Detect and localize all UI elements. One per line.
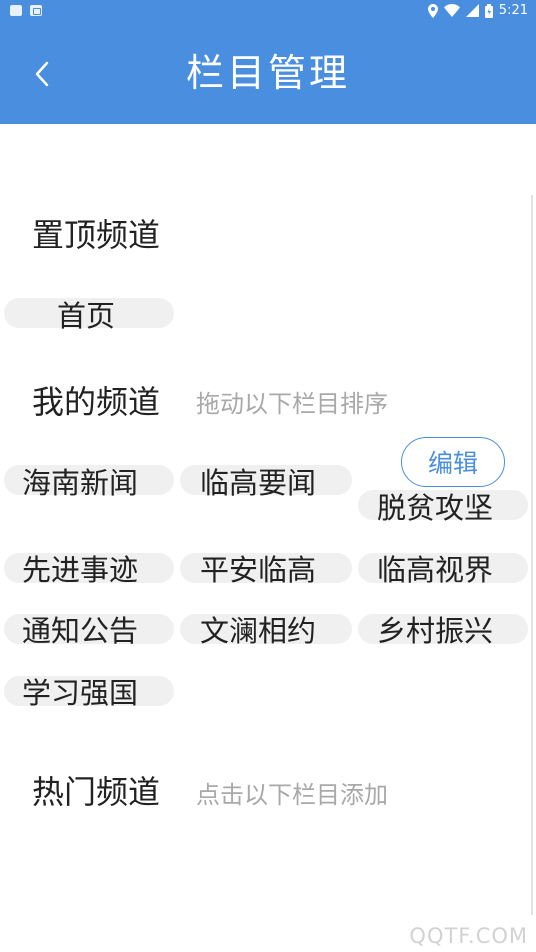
edit-button[interactable]: 编辑 — [401, 437, 505, 487]
hot-channels-hint: 点击以下栏目添加 — [196, 781, 388, 809]
app-notification-icon — [30, 5, 42, 16]
battery-icon — [484, 3, 493, 18]
watermark: QQTF.COM — [409, 924, 528, 948]
channel-label-safe-lingao: 平安临高 — [200, 553, 317, 587]
channel-label-notices: 通知公告 — [22, 614, 139, 648]
status-bar: 5:21 — [0, 0, 536, 24]
pinned-section-title: 置顶频道 — [32, 216, 161, 254]
page-title: 栏目管理 — [185, 51, 350, 95]
channel-label-wenlan: 文澜相约 — [200, 614, 317, 648]
status-indicators: 5:21 — [427, 3, 528, 18]
status-notifications — [10, 5, 42, 16]
channel-label-rural-revival: 乡村振兴 — [377, 614, 494, 648]
cellular-icon — [465, 4, 479, 17]
my-channels-title: 我的频道 — [32, 383, 161, 421]
status-time: 5:21 — [498, 3, 528, 18]
app-bar: 栏目管理 — [0, 24, 536, 124]
channel-label-lingao-news: 临高要闻 — [200, 466, 317, 500]
channel-label-poverty: 脱贫攻坚 — [377, 491, 494, 525]
my-channels-hint: 拖动以下栏目排序 — [196, 390, 388, 418]
pinned-chip-label: 首页 — [57, 299, 116, 333]
location-icon — [427, 3, 438, 18]
hot-channels-title: 热门频道 — [32, 773, 161, 811]
channel-label-lingao-vision: 临高视界 — [377, 553, 494, 587]
channel-label-hainan-news: 海南新闻 — [22, 466, 139, 500]
channel-label-xuexi: 学习强国 — [22, 676, 139, 710]
wifi-icon — [443, 4, 460, 17]
notification-icon — [10, 5, 22, 16]
scroll-indicator[interactable] — [531, 195, 533, 915]
channel-label-advanced-deeds: 先进事迹 — [22, 553, 139, 587]
